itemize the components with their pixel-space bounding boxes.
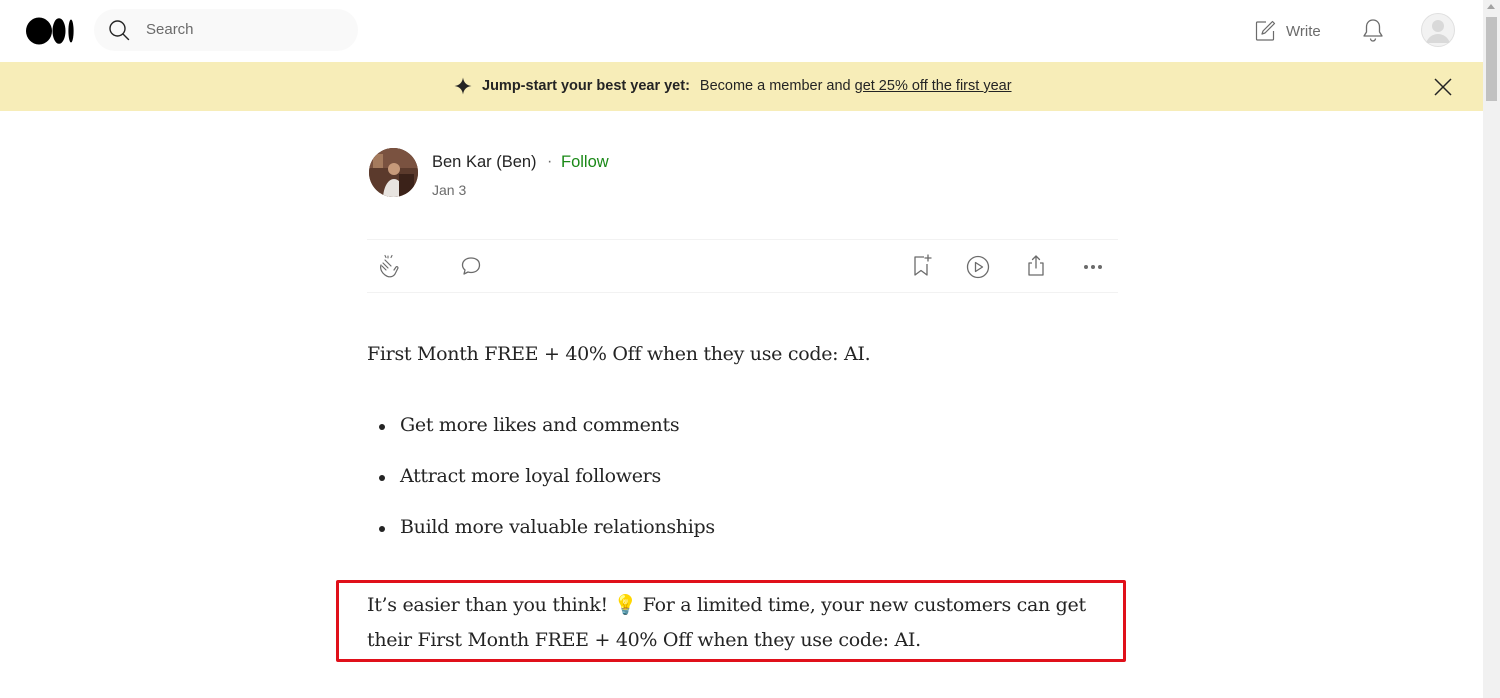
search-icon (109, 20, 130, 41)
share-icon[interactable] (1023, 253, 1049, 279)
scroll-up-arrow-icon[interactable] (1487, 4, 1495, 9)
author-avatar[interactable] (369, 148, 418, 197)
search-input[interactable]: Search (146, 21, 194, 38)
close-banner-icon[interactable] (1432, 76, 1454, 98)
banner-headline: Jump-start your best year yet: (482, 78, 690, 94)
list-item: Attract more loyal followers (367, 465, 715, 516)
write-icon (1255, 20, 1276, 41)
follow-button[interactable]: Follow (561, 153, 609, 172)
separator-dot: · (547, 153, 553, 170)
list-item: Build more valuable relationships (367, 516, 715, 567)
comment-icon[interactable] (458, 253, 484, 279)
bookmark-add-icon[interactable] (908, 253, 934, 279)
notifications-bell-icon[interactable] (1360, 17, 1386, 43)
benefit-list: Get more likes and comments Attract more… (367, 414, 715, 567)
page: Search Write Jump-start your best year y… (0, 0, 1483, 698)
scrollbar-thumb[interactable] (1486, 17, 1497, 101)
list-item: Get more likes and comments (367, 414, 715, 465)
default-avatar-icon (1421, 13, 1455, 47)
top-nav: Search Write (0, 0, 1483, 62)
article-paragraph: First Month FREE + 40% Off when they use… (367, 343, 871, 365)
banner-text: Become a member and (699, 78, 851, 94)
write-label: Write (1286, 22, 1321, 40)
article-action-bar (367, 239, 1118, 293)
medium-logo[interactable] (26, 16, 76, 46)
publish-date: Jan 3 (432, 182, 467, 198)
scrollbar[interactable] (1483, 0, 1500, 698)
sparkle-icon (454, 77, 472, 95)
banner-offer-link[interactable]: get 25% off the first year (855, 78, 1012, 94)
highlight-annotation-box (336, 580, 1126, 662)
clap-icon[interactable] (376, 253, 402, 279)
more-icon[interactable] (1080, 254, 1106, 280)
membership-banner: Jump-start your best year yet: Become a … (0, 62, 1483, 111)
user-avatar[interactable] (1421, 13, 1455, 47)
search-box[interactable]: Search (94, 9, 358, 51)
author-name[interactable]: Ben Kar (Ben) (432, 153, 537, 172)
write-button[interactable]: Write (1253, 17, 1321, 45)
play-icon[interactable] (965, 254, 991, 280)
author-photo (369, 148, 418, 197)
